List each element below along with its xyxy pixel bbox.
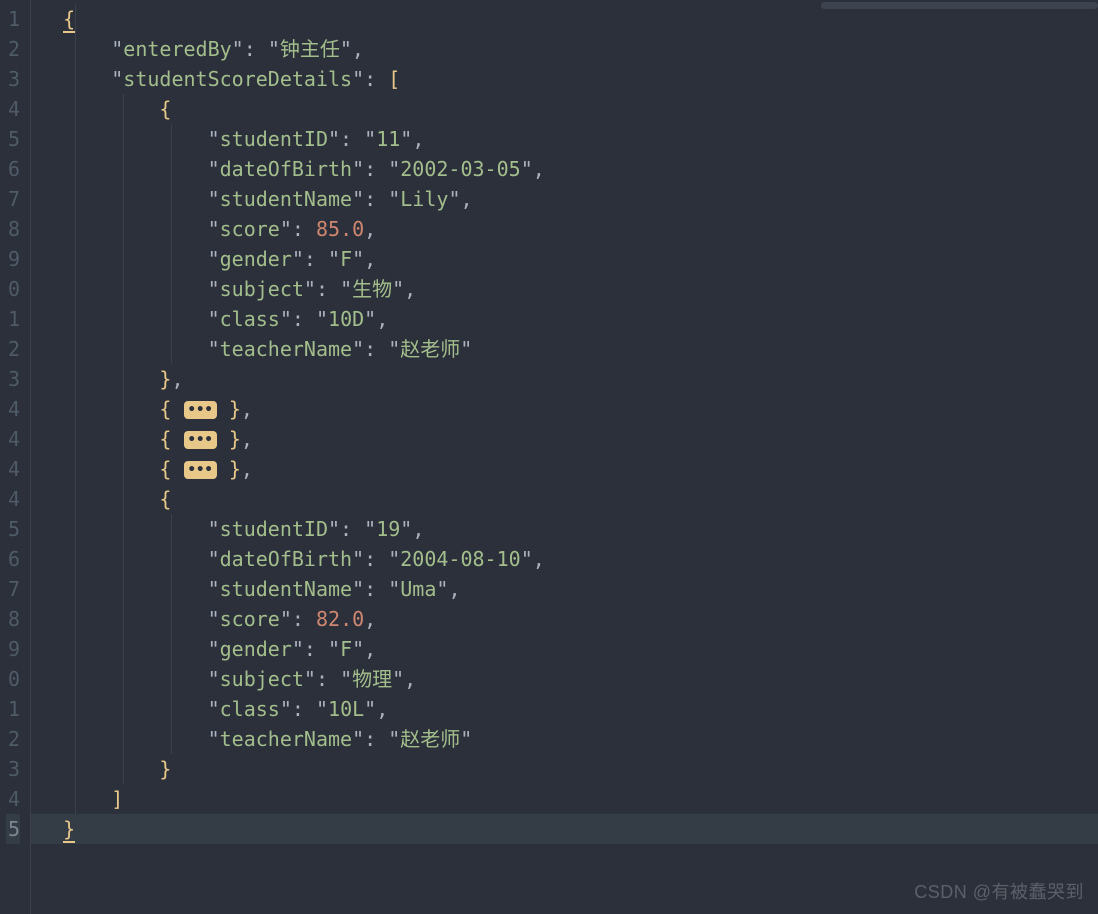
code-line[interactable]: { bbox=[31, 94, 1098, 124]
line-number: 1 bbox=[6, 4, 20, 34]
code-line[interactable]: "dateOfBirth": "2004-08-10", bbox=[31, 544, 1098, 574]
code-line[interactable]: "teacherName": "赵老师" bbox=[31, 724, 1098, 754]
brace-close: } bbox=[63, 817, 75, 843]
code-line[interactable]: "studentName": "Uma", bbox=[31, 574, 1098, 604]
json-key: class bbox=[220, 307, 280, 331]
line-number: 4 bbox=[6, 394, 20, 424]
line-number: 8 bbox=[6, 604, 20, 634]
code-line[interactable]: } bbox=[31, 754, 1098, 784]
json-string: 钟主任 bbox=[280, 37, 340, 61]
json-string: 2004-08-10 bbox=[400, 547, 520, 571]
line-number: 1 bbox=[6, 694, 20, 724]
line-number: 9 bbox=[6, 244, 20, 274]
line-number: 4 bbox=[6, 424, 20, 454]
json-string: Lily bbox=[400, 187, 448, 211]
fold-icon[interactable]: ••• bbox=[184, 401, 217, 419]
json-string: F bbox=[340, 637, 352, 661]
json-string: 2002-03-05 bbox=[400, 157, 520, 181]
json-key: studentName bbox=[220, 187, 352, 211]
code-line[interactable]: "score": 82.0, bbox=[31, 604, 1098, 634]
line-number: 5 bbox=[6, 514, 20, 544]
json-string: 生物 bbox=[352, 277, 392, 301]
json-key: subject bbox=[220, 277, 304, 301]
code-line-folded[interactable]: { ••• }, bbox=[31, 394, 1098, 424]
code-line[interactable]: "studentScoreDetails": [ bbox=[31, 64, 1098, 94]
code-line[interactable]: "class": "10D", bbox=[31, 304, 1098, 334]
line-number: 2 bbox=[6, 724, 20, 754]
code-line[interactable]: "dateOfBirth": "2002-03-05", bbox=[31, 154, 1098, 184]
line-number: 0 bbox=[6, 274, 20, 304]
line-number: 0 bbox=[6, 664, 20, 694]
line-number: 2 bbox=[6, 334, 20, 364]
code-line[interactable]: "subject": "生物", bbox=[31, 274, 1098, 304]
json-key: subject bbox=[220, 667, 304, 691]
json-key: studentName bbox=[220, 577, 352, 601]
fold-icon[interactable]: ••• bbox=[184, 461, 217, 479]
code-line[interactable]: "gender": "F", bbox=[31, 634, 1098, 664]
json-string: 赵老师 bbox=[400, 337, 460, 361]
code-line[interactable]: "teacherName": "赵老师" bbox=[31, 334, 1098, 364]
code-line[interactable]: "studentID": "19", bbox=[31, 514, 1098, 544]
json-key: teacherName bbox=[220, 727, 352, 751]
code-line[interactable]: "studentName": "Lily", bbox=[31, 184, 1098, 214]
code-area[interactable]: { "enteredBy": "钟主任", "studentScoreDetai… bbox=[30, 0, 1098, 914]
json-string: Uma bbox=[400, 577, 436, 601]
json-key: enteredBy bbox=[123, 37, 231, 61]
json-key: dateOfBirth bbox=[220, 157, 352, 181]
line-number: 7 bbox=[6, 184, 20, 214]
json-key: studentID bbox=[220, 127, 328, 151]
line-number: 3 bbox=[6, 364, 20, 394]
code-line[interactable]: }, bbox=[31, 364, 1098, 394]
code-line[interactable]: "enteredBy": "钟主任", bbox=[31, 34, 1098, 64]
json-key: teacherName bbox=[220, 337, 352, 361]
line-number: 5 bbox=[6, 124, 20, 154]
line-number: 9 bbox=[6, 634, 20, 664]
line-number: 4 bbox=[6, 784, 20, 814]
line-number: 1 bbox=[6, 304, 20, 334]
json-key: gender bbox=[220, 637, 292, 661]
line-number: 4 bbox=[6, 94, 20, 124]
code-line-folded[interactable]: { ••• }, bbox=[31, 424, 1098, 454]
line-number: 4 bbox=[6, 454, 20, 484]
json-key: class bbox=[220, 697, 280, 721]
json-string: 10L bbox=[328, 697, 364, 721]
code-line[interactable]: "class": "10L", bbox=[31, 694, 1098, 724]
brace-open: { bbox=[63, 7, 75, 33]
fold-icon[interactable]: ••• bbox=[184, 431, 217, 449]
code-line-current[interactable]: } bbox=[31, 814, 1098, 844]
code-line[interactable]: { bbox=[31, 4, 1098, 34]
line-number: 6 bbox=[6, 154, 20, 184]
json-key: studentScoreDetails bbox=[123, 67, 352, 91]
json-string: 物理 bbox=[352, 667, 392, 691]
json-string: 赵老师 bbox=[400, 727, 460, 751]
code-line[interactable]: "subject": "物理", bbox=[31, 664, 1098, 694]
json-number: 82.0 bbox=[316, 607, 364, 631]
json-string: F bbox=[340, 247, 352, 271]
json-string: 10D bbox=[328, 307, 364, 331]
json-string: 19 bbox=[376, 517, 400, 541]
line-number: 7 bbox=[6, 574, 20, 604]
line-number: 8 bbox=[6, 214, 20, 244]
code-line-folded[interactable]: { ••• }, bbox=[31, 454, 1098, 484]
line-number: 2 bbox=[6, 34, 20, 64]
line-number: 4 bbox=[6, 484, 20, 514]
line-number: 5 bbox=[6, 814, 20, 844]
code-line[interactable]: "studentID": "11", bbox=[31, 124, 1098, 154]
json-number: 85.0 bbox=[316, 217, 364, 241]
json-key: gender bbox=[220, 247, 292, 271]
line-number-gutter: 1234567890123444456789012345 bbox=[0, 0, 30, 914]
json-key: score bbox=[220, 607, 280, 631]
json-key: score bbox=[220, 217, 280, 241]
line-number: 3 bbox=[6, 754, 20, 784]
line-number: 3 bbox=[6, 64, 20, 94]
json-key: studentID bbox=[220, 517, 328, 541]
line-number: 6 bbox=[6, 544, 20, 574]
code-line[interactable]: "gender": "F", bbox=[31, 244, 1098, 274]
code-line[interactable]: { bbox=[31, 484, 1098, 514]
code-line[interactable]: "score": 85.0, bbox=[31, 214, 1098, 244]
code-line[interactable]: ] bbox=[31, 784, 1098, 814]
json-key: dateOfBirth bbox=[220, 547, 352, 571]
json-string: 11 bbox=[376, 127, 400, 151]
code-editor[interactable]: 1234567890123444456789012345 { "enteredB… bbox=[0, 0, 1098, 914]
